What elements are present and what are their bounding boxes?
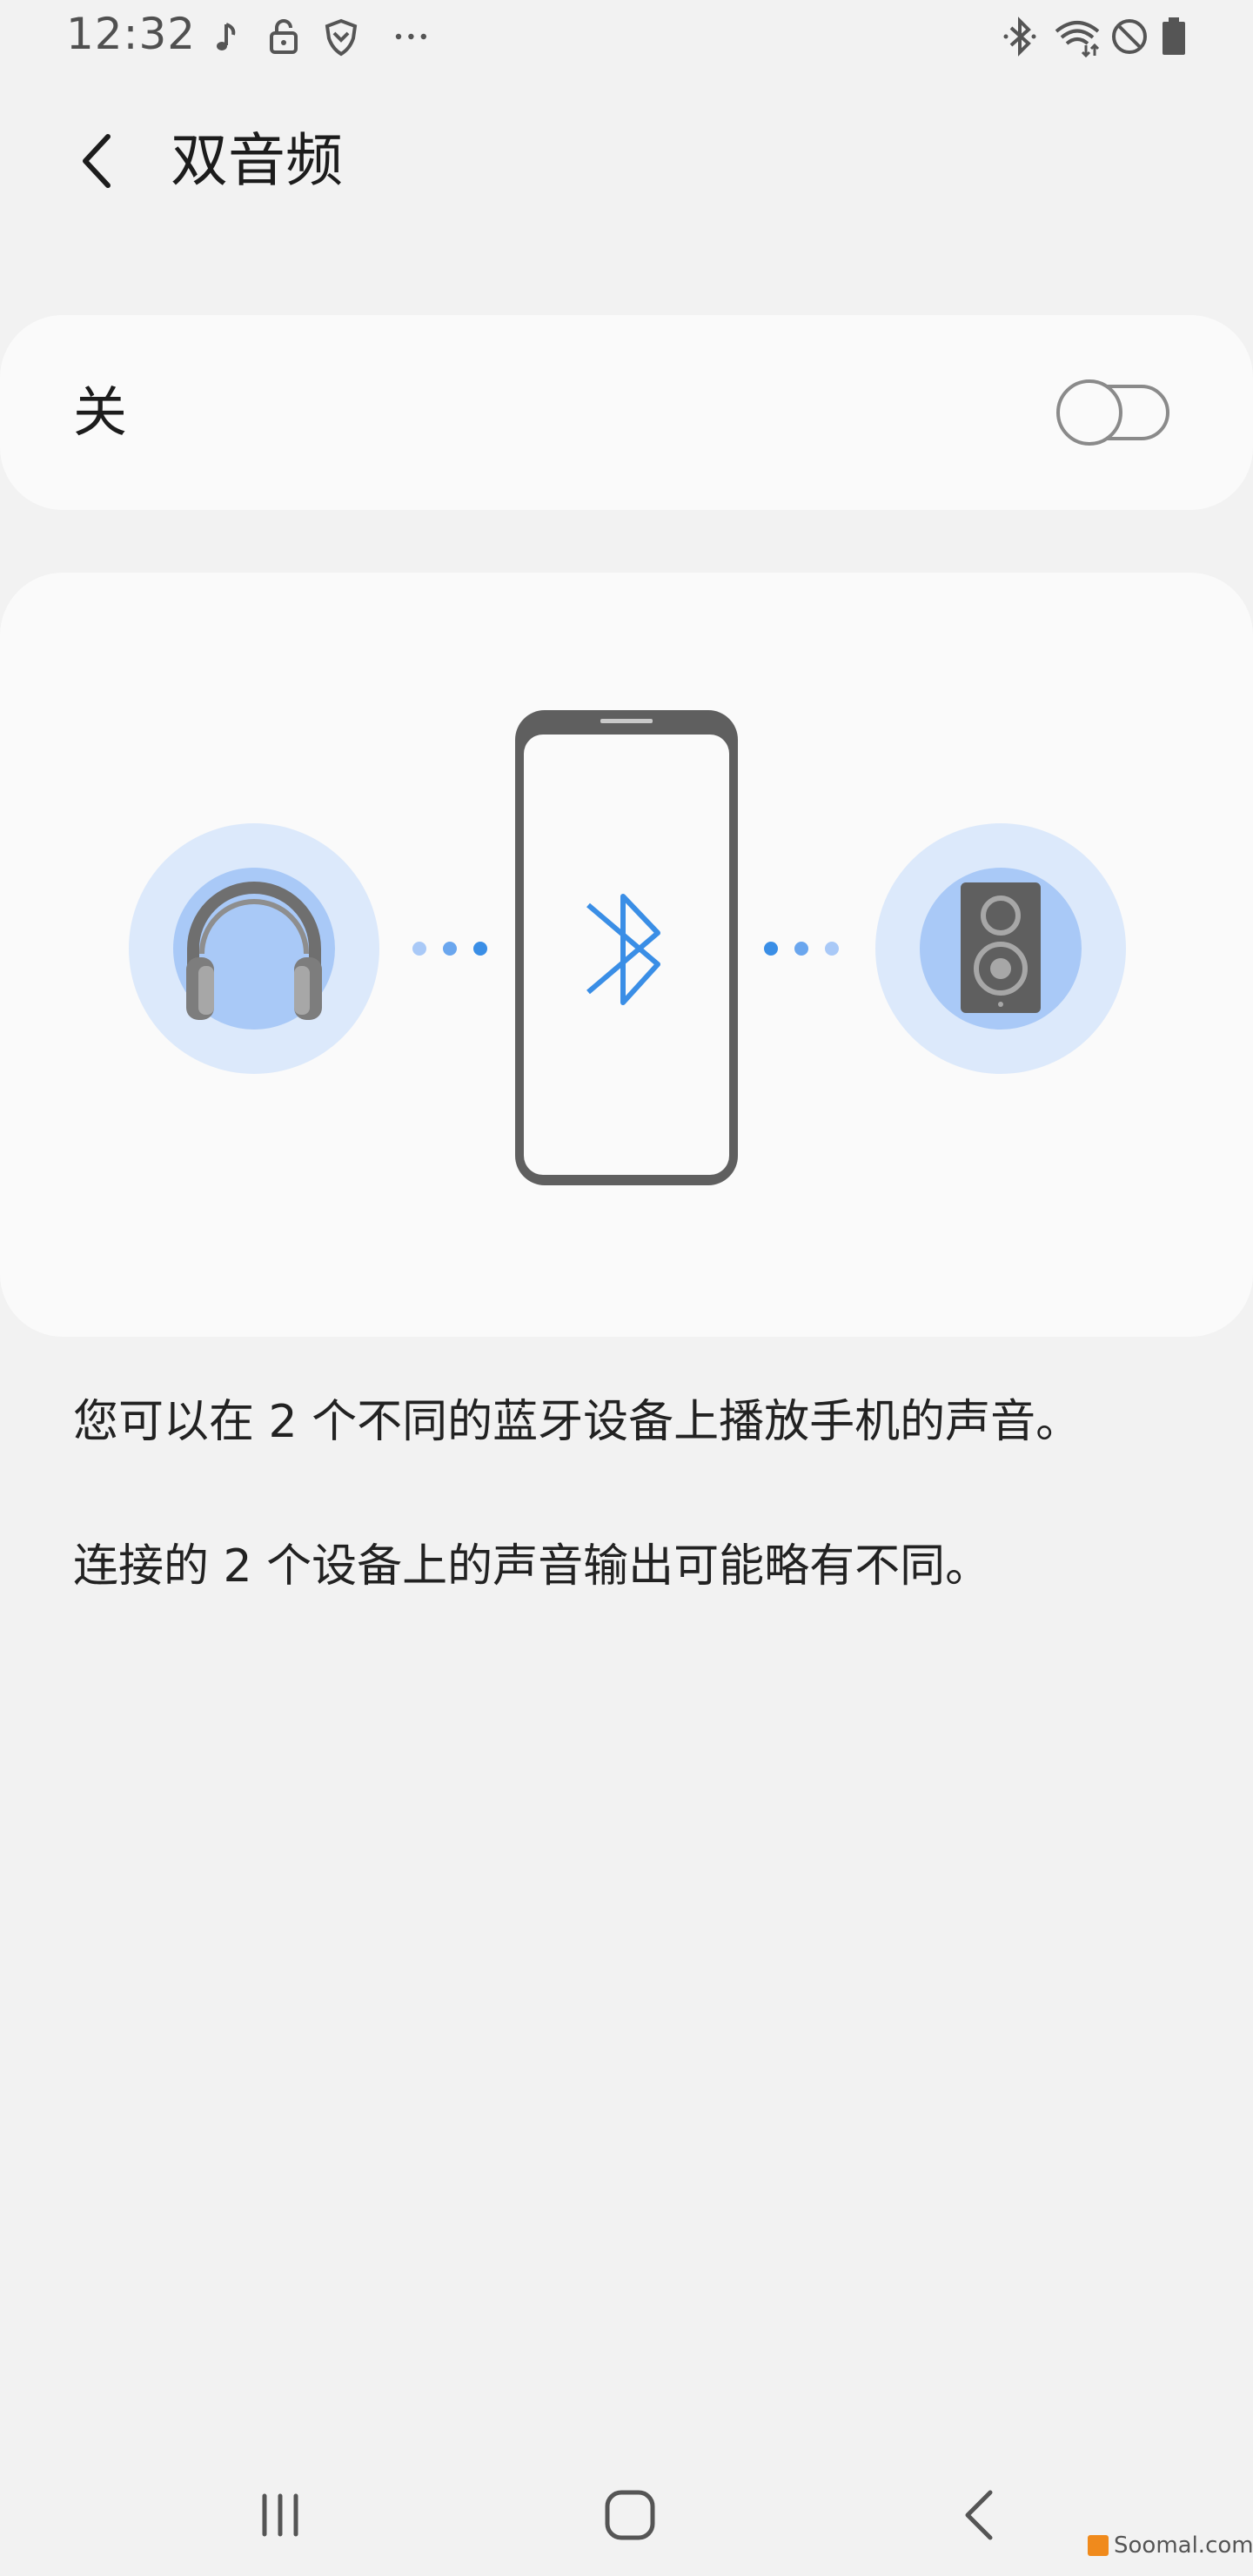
lock-icon xyxy=(270,19,298,54)
dual-audio-toggle-row[interactable]: 关 xyxy=(0,315,1253,510)
back-button[interactable] xyxy=(63,122,132,200)
chevron-left-icon xyxy=(83,134,111,188)
dual-audio-illustration xyxy=(129,710,1126,1185)
battery-icon xyxy=(1163,17,1185,55)
speaker-icon xyxy=(875,823,1126,1074)
home-icon xyxy=(605,2490,655,2540)
home-button[interactable] xyxy=(578,2472,682,2559)
dual-audio-switch[interactable] xyxy=(1056,379,1169,446)
toggle-label: 关 xyxy=(73,380,128,444)
music-note-icon xyxy=(217,23,236,50)
more-dots-icon xyxy=(395,33,426,40)
headphones-icon xyxy=(129,823,379,1074)
illustration-card xyxy=(0,573,1253,1337)
wifi-icon xyxy=(1055,21,1100,57)
status-time: 12:32 xyxy=(66,9,197,59)
nav-back-button[interactable] xyxy=(929,2472,1034,2559)
watermark-logo-icon xyxy=(1088,2535,1109,2556)
phone-bluetooth-icon xyxy=(515,710,738,1185)
do-not-disturb-icon xyxy=(1112,19,1147,54)
shield-icon xyxy=(325,18,358,57)
description-line-1: 您可以在 2 个不同的蓝牙设备上播放手机的声音。 xyxy=(73,1396,1082,1448)
navigation-bar xyxy=(0,2454,1253,2576)
left-connection-dots xyxy=(412,942,487,956)
switch-thumb xyxy=(1056,379,1122,446)
screen: 12:32 双音频 关 您可以在 2 个不同的蓝牙设备上播放手机的声音。 连接的… xyxy=(0,0,1253,2576)
recents-button[interactable] xyxy=(228,2472,332,2559)
watermark-text: Soomal.com xyxy=(1114,2532,1253,2559)
watermark: Soomal.com xyxy=(1088,2532,1253,2559)
back-icon xyxy=(965,2490,993,2540)
page-title: 双音频 xyxy=(171,127,343,194)
right-connection-dots xyxy=(764,942,839,956)
recents-icon xyxy=(262,2493,298,2537)
status-bar: 12:32 xyxy=(0,0,1253,78)
description-line-2: 连接的 2 个设备上的声音输出可能略有不同。 xyxy=(73,1540,991,1593)
bluetooth-icon xyxy=(1003,17,1036,57)
